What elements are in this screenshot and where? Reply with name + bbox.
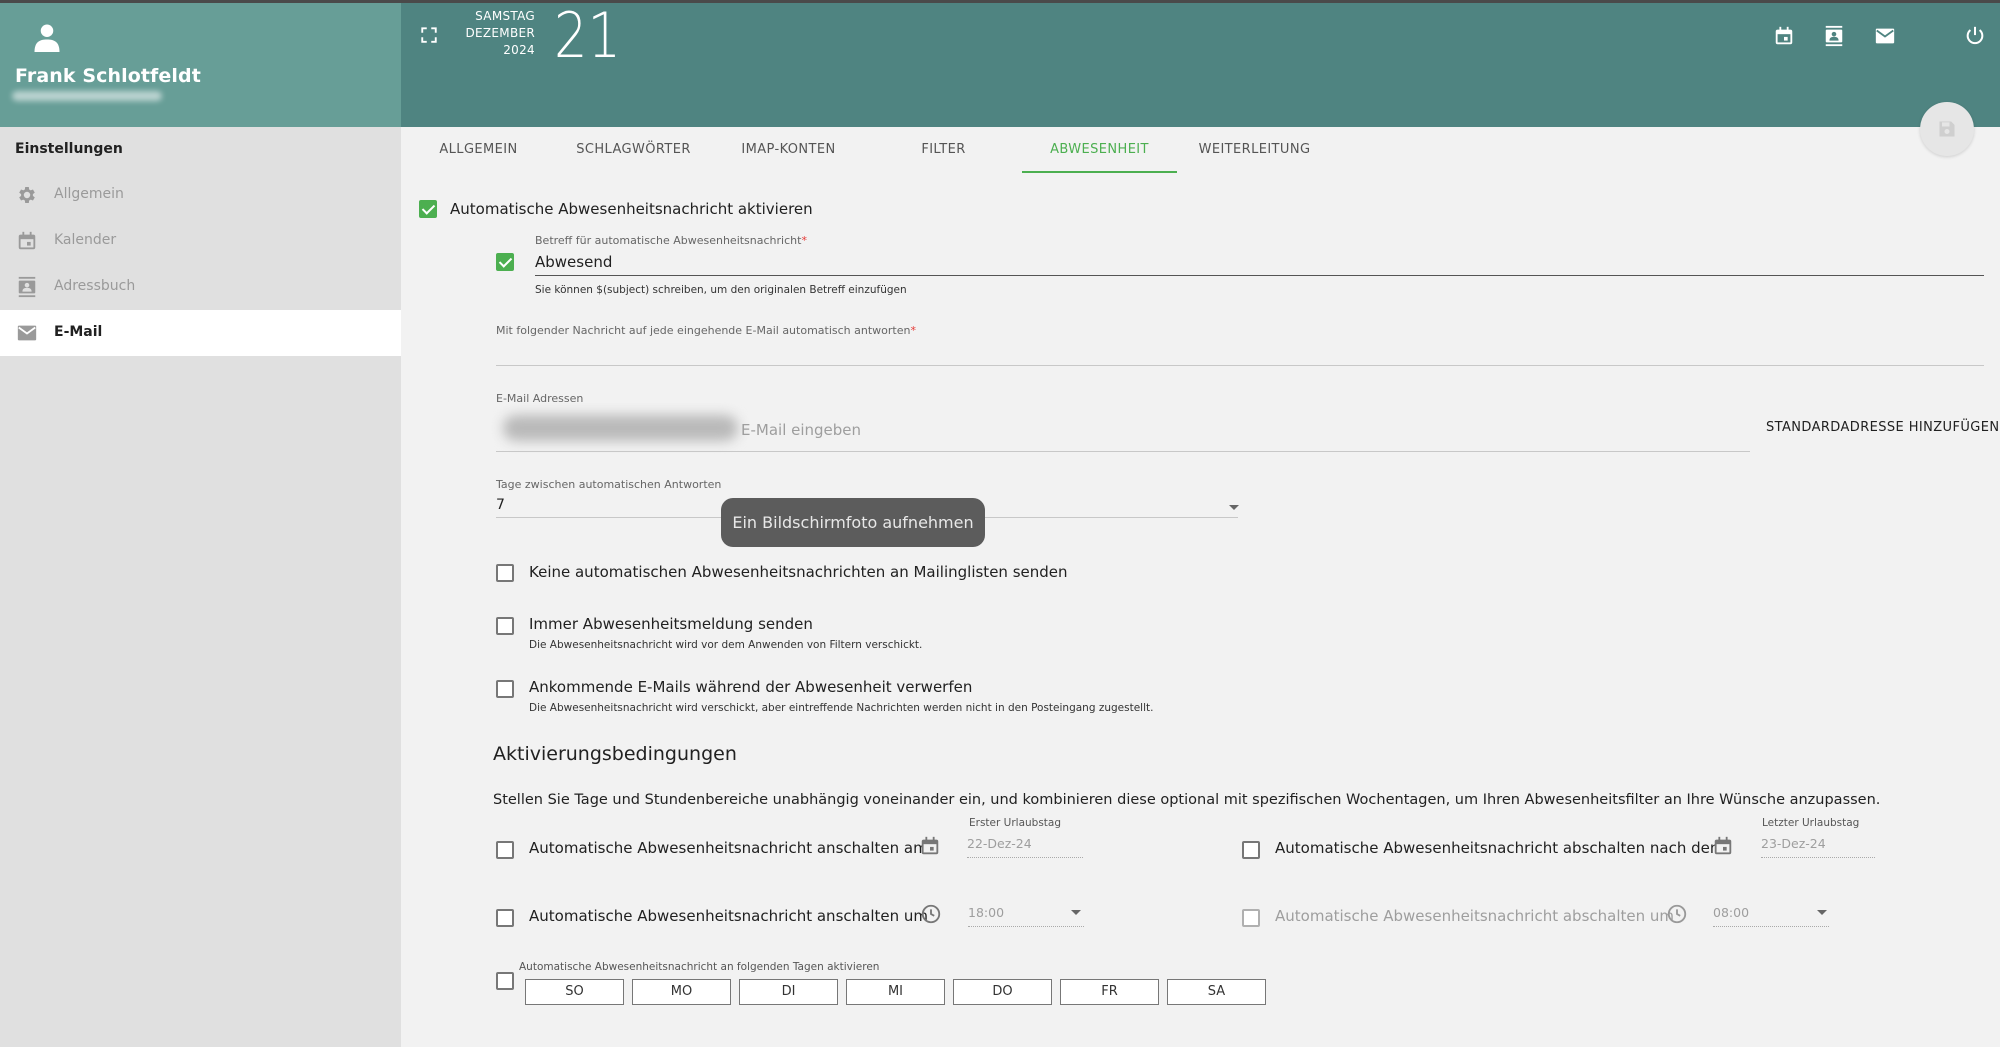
email-input[interactable]: E-Mail eingeben [741,421,861,439]
date-block: SAMSTAG DEZEMBER 2024 [453,8,535,59]
weekday-button-mi[interactable]: MI [846,979,945,1005]
email-chip-redacted[interactable] [503,415,738,441]
subject-field-label: Betreff für automatische Abwesenheitsnac… [535,234,807,247]
clock-icon[interactable] [1666,903,1688,925]
discard-mails-label: Ankommende E-Mails während der Abwesenhe… [529,678,973,696]
screenshot-toast: Ein Bildschirmfoto aufnehmen [721,498,985,547]
chevron-down-icon[interactable] [1071,910,1081,915]
disable-time-select[interactable]: 08:00 [1713,905,1749,920]
weekday-button-so[interactable]: SO [525,979,624,1005]
sidebar: Frank Schlotfeldt Einstellungen Allgemei… [0,0,401,1047]
chevron-down-icon[interactable] [1229,505,1239,510]
enable-at-time-label: Automatische Abwesenheitsnachricht ansch… [529,907,928,925]
calendar-icon [18,231,36,250]
calendar-icon[interactable] [1773,25,1795,47]
first-day-label: Erster Urlaubstag [969,817,1062,829]
first-day-input[interactable]: 22-Dez-24 [967,836,1032,851]
contacts-icon[interactable] [1823,25,1845,47]
days-between-label: Tage zwischen automatischen Antworten [496,478,722,491]
weekday-button-mo[interactable]: MO [632,979,731,1005]
discard-mails-hint: Die Abwesenheitsnachricht wird verschick… [529,702,1154,714]
calendar-icon[interactable] [1712,835,1734,857]
user-name: Frank Schlotfeldt [15,65,201,87]
enable-at-time-checkbox[interactable] [496,909,514,927]
enable-vacation-label: Automatische Abwesenheitsnachricht aktiv… [450,200,813,218]
message-field-label: Mit folgender Nachricht auf jede eingehe… [496,324,916,337]
subject-hint: Sie können $(subject) schreiben, um den … [535,284,907,296]
tab-schlagwoerter[interactable]: SCHLAGWÖRTER [556,127,711,173]
tab-abwesenheit[interactable]: ABWESENHEIT [1022,127,1177,173]
enable-on-date-label: Automatische Abwesenheitsnachricht ansch… [529,839,928,857]
days-between-select[interactable]: 7 [496,497,505,513]
weekday-button-di[interactable]: DI [739,979,838,1005]
top-bar: SAMSTAG DEZEMBER 2024 21 [401,0,2000,127]
last-day-label: Letzter Urlaubstag [1762,817,1860,829]
power-icon[interactable] [1964,25,1986,47]
mail-icon[interactable] [1874,25,1896,47]
tab-filter[interactable]: FILTER [866,127,1021,173]
always-send-label: Immer Abwesenheitsmeldung senden [529,615,813,633]
subject-enabled-checkbox[interactable] [496,253,514,271]
sidebar-header: Frank Schlotfeldt [0,0,401,127]
conditions-title: Aktivierungsbedingungen [493,743,737,765]
enable-on-date-checkbox[interactable] [496,841,514,859]
enable-vacation-checkbox[interactable] [419,200,437,218]
weekdays-checkbox[interactable] [496,972,514,990]
sidebar-item-email[interactable]: E-Mail [0,310,401,356]
save-button[interactable] [1920,102,1974,156]
sidebar-item-allgemein[interactable]: Allgemein [0,172,401,218]
weekday-button-do[interactable]: DO [953,979,1052,1005]
date-weekday: SAMSTAG [475,9,535,23]
conditions-description: Stellen Sie Tage und Stundenbereiche una… [493,792,1881,808]
sidebar-item-label: Kalender [54,232,117,248]
fullscreen-icon[interactable] [420,26,438,44]
email-addresses-label: E-Mail Adressen [496,392,584,405]
add-default-address-button[interactable]: STANDARDADRESSE HINZUFÜGEN [1766,420,1999,435]
disable-time-underline [1713,926,1829,927]
enable-time-select[interactable]: 18:00 [968,905,1004,920]
mail-icon [17,325,37,341]
email-input-underline [496,451,1750,452]
tab-weiterleitung[interactable]: WEITERLEITUNG [1177,127,1332,173]
user-email-redacted [12,91,162,101]
tab-imap-konten[interactable]: IMAP-KONTEN [711,127,866,173]
sidebar-title: Einstellungen [15,141,123,157]
sidebar-item-label: Allgemein [54,186,124,202]
disable-after-date-checkbox[interactable] [1242,841,1260,859]
discard-mails-checkbox[interactable] [496,680,514,698]
first-day-underline [967,857,1083,858]
no-mailinglists-checkbox[interactable] [496,564,514,582]
enable-time-underline [968,926,1084,927]
disable-at-time-checkbox[interactable] [1242,909,1260,927]
sidebar-item-label: Adressbuch [54,278,136,294]
chevron-down-icon[interactable] [1817,910,1827,915]
subject-input-underline [535,275,1984,276]
date-month: DEZEMBER [465,26,535,40]
always-send-hint: Die Abwesenheitsnachricht wird vor dem A… [529,639,923,651]
disable-after-date-label: Automatische Abwesenheitsnachricht absch… [1275,839,1725,857]
tab-allgemein[interactable]: ALLGEMEIN [401,127,556,173]
sidebar-item-adressbuch[interactable]: Adressbuch [0,264,401,310]
last-day-input[interactable]: 23-Dez-24 [1761,836,1826,851]
tab-bar: ALLGEMEIN SCHLAGWÖRTER IMAP-KONTEN FILTE… [401,127,2000,173]
always-send-checkbox[interactable] [496,617,514,635]
weekdays-label: Automatische Abwesenheitsnachricht an fo… [519,961,880,973]
sidebar-item-kalender[interactable]: Kalender [0,218,401,264]
disable-at-time-label: Automatische Abwesenheitsnachricht absch… [1275,907,1675,925]
date-day: 21 [554,0,622,72]
date-year: 2024 [503,43,535,57]
last-day-underline [1761,857,1875,858]
user-avatar-icon[interactable] [32,21,62,53]
calendar-icon[interactable] [919,835,941,857]
save-icon [1939,121,1955,137]
gear-icon [19,187,35,203]
weekday-button-sa[interactable]: SA [1167,979,1266,1005]
message-textarea[interactable] [496,365,1984,366]
subject-input[interactable]: Abwesend [535,253,612,271]
no-mailinglists-label: Keine automatischen Abwesenheitsnachrich… [529,563,1068,581]
weekday-button-fr[interactable]: FR [1060,979,1159,1005]
sidebar-item-label: E-Mail [54,324,103,340]
clock-icon[interactable] [920,903,942,925]
contacts-icon [18,276,36,298]
